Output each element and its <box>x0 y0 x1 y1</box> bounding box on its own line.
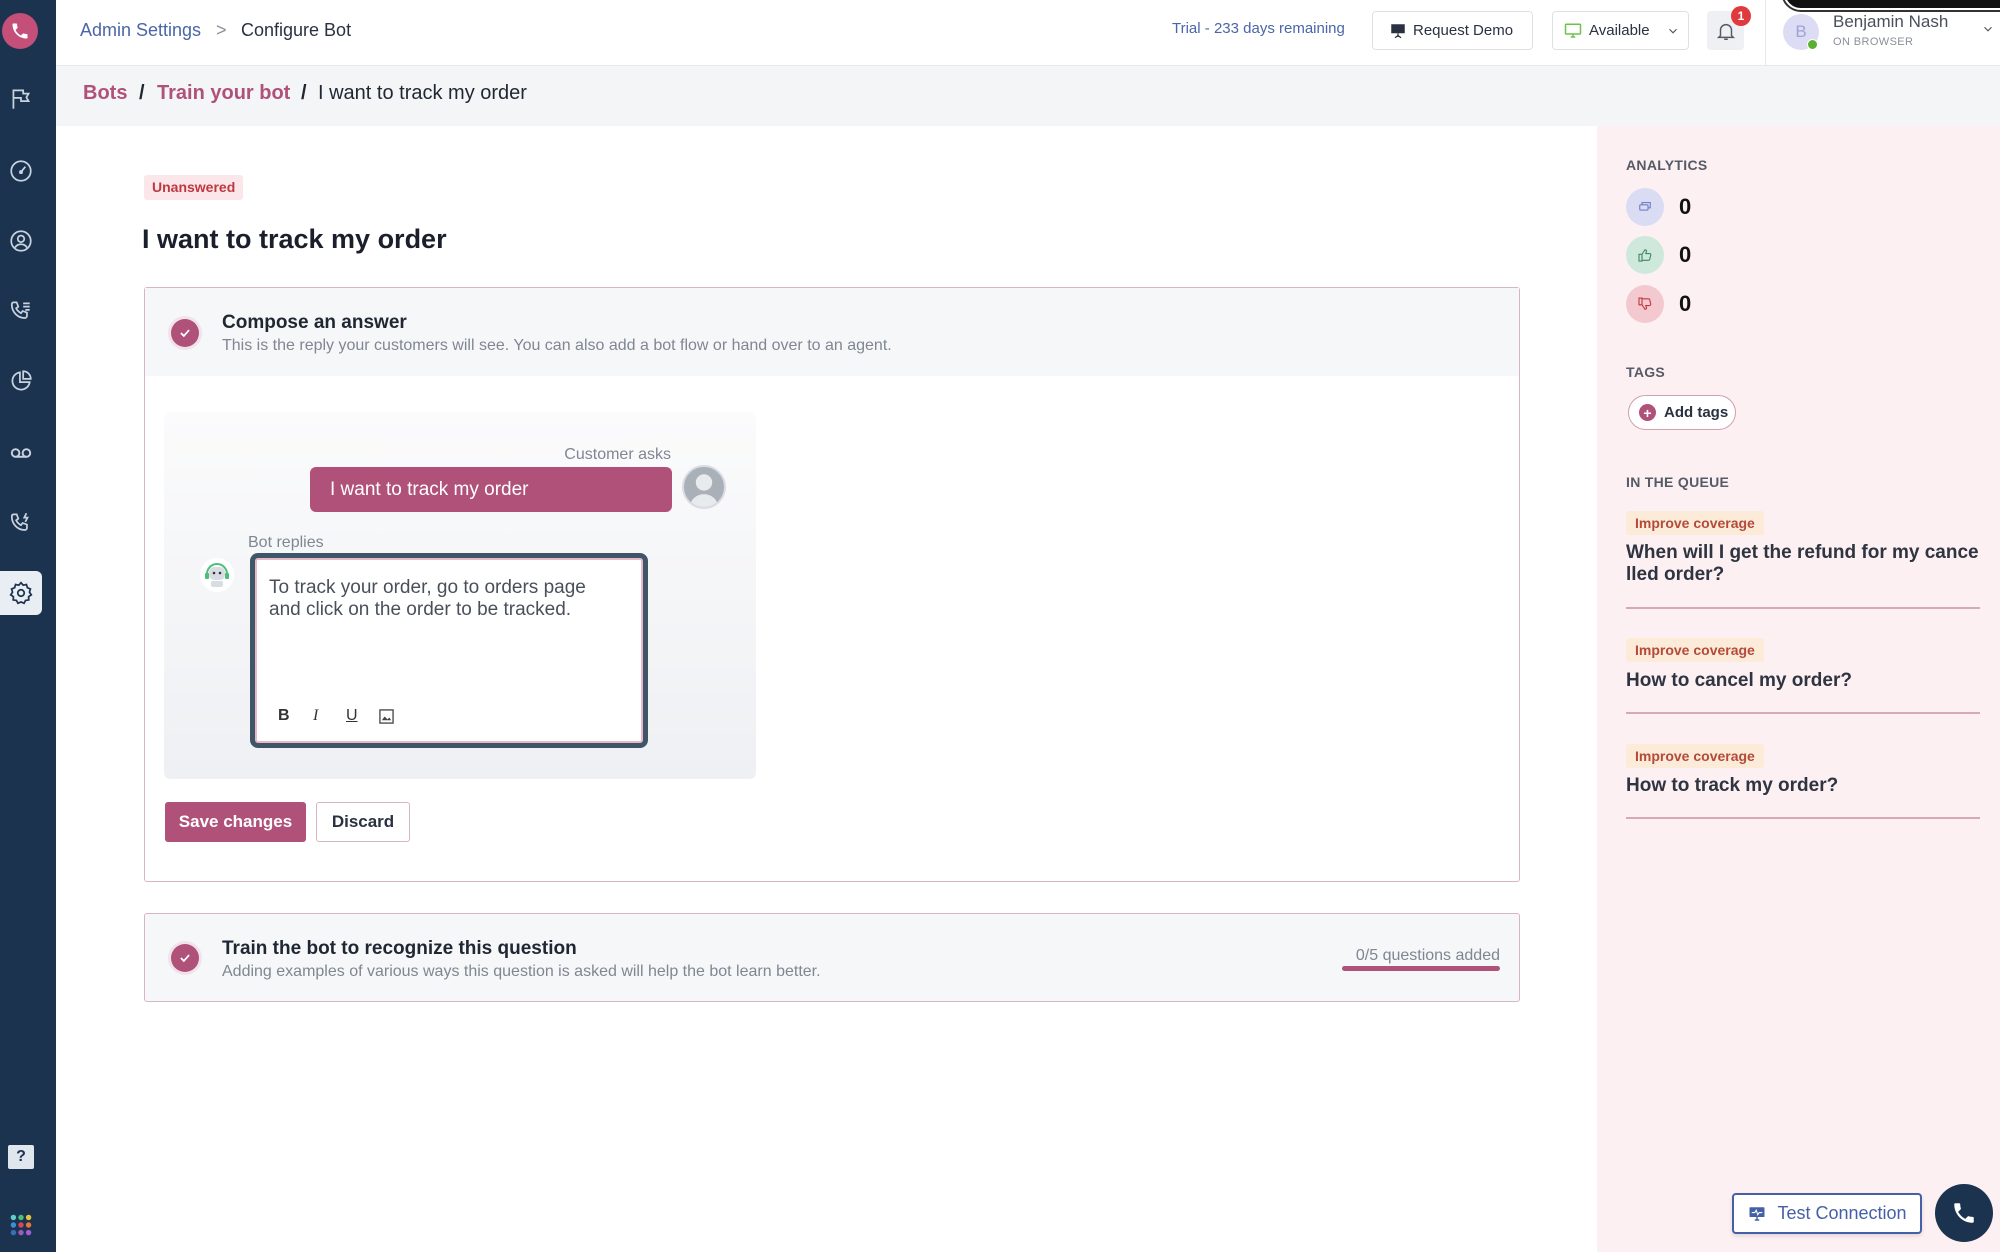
queue-item[interactable]: How to cancel my order? <box>1626 670 1981 692</box>
breadcrumb-current: I want to track my order <box>318 82 527 104</box>
conversation-preview: Customer asks I want to track my order B… <box>164 412 756 779</box>
customer-message-bubble: I want to track my order <box>310 467 672 512</box>
check-circle-icon <box>171 319 199 347</box>
top-bar: Admin Settings > Configure Bot Trial - 2… <box>56 0 2000 66</box>
analytics-heading: ANALYTICS <box>1626 157 1708 173</box>
compose-title: Compose an answer <box>222 312 407 333</box>
overlay-pill <box>1783 0 2000 10</box>
queue-divider <box>1626 712 1980 714</box>
underline-button[interactable]: U <box>346 707 358 725</box>
user-name: Benjamin Nash <box>1833 12 1949 31</box>
compose-answer-card: Compose an answer This is the reply your… <box>144 287 1520 882</box>
analytics-conversations-value: 0 <box>1679 194 1692 219</box>
admin-settings-link[interactable]: Admin Settings <box>80 20 201 41</box>
breadcrumb-bots[interactable]: Bots <box>83 82 127 105</box>
phone-icon <box>1954 1203 1974 1223</box>
train-title: Train the bot to recognize this question <box>222 938 577 959</box>
italic-button[interactable]: I <box>313 707 318 725</box>
bot-replies-label: Bot replies <box>248 534 324 551</box>
test-connection-button[interactable]: Test Connection <box>1732 1193 1922 1234</box>
sidebar: ? <box>0 0 56 1252</box>
configure-bot-label: Configure Bot <box>241 20 352 40</box>
reports-pie-icon[interactable] <box>0 359 42 403</box>
app-logo-phone-icon[interactable] <box>2 13 38 49</box>
bot-reply-text[interactable]: To track your order, go to orders page a… <box>269 577 619 621</box>
monitor-pulse-icon <box>1749 1206 1765 1221</box>
dialer-button[interactable] <box>1935 1184 1993 1242</box>
test-connection-label: Test Connection <box>1777 1203 1907 1223</box>
breadcrumb: Bots / Train your bot / I want to track … <box>56 66 2000 126</box>
compose-subtitle: This is the reply your customers will se… <box>222 337 892 354</box>
breadcrumb-train-your-bot[interactable]: Train your bot <box>157 82 290 105</box>
thumbs-down-icon <box>1626 285 1664 323</box>
bot-reply-editor[interactable]: To track your order, go to orders page a… <box>250 553 648 748</box>
call-log-icon[interactable] <box>0 289 42 333</box>
status-badge: Unanswered <box>144 175 244 200</box>
queue-heading: IN THE QUEUE <box>1626 474 1730 490</box>
user-status: ON BROWSER <box>1833 36 1914 48</box>
queue-item[interactable]: When will I get the refund for my cancel… <box>1626 542 1981 586</box>
train-subtitle: Adding examples of various ways this que… <box>222 963 821 980</box>
request-demo-label: Request Demo <box>1413 22 1514 39</box>
chevron-down-icon <box>1668 28 1677 34</box>
queue-divider <box>1626 817 1980 819</box>
add-tags-button[interactable]: + Add tags <box>1628 395 1736 430</box>
plus-icon: + <box>1639 404 1656 421</box>
customer-avatar <box>682 465 726 509</box>
flag-icon[interactable] <box>0 77 42 121</box>
insert-image-icon[interactable] <box>379 709 394 724</box>
bold-button[interactable]: B <box>278 707 290 725</box>
discard-button[interactable]: Discard <box>316 802 410 842</box>
questions-progress-bar <box>1342 966 1500 971</box>
tags-heading: TAGS <box>1626 364 1666 380</box>
apps-grid-icon[interactable] <box>0 1203 42 1247</box>
breadcrumb-separator: / <box>301 82 307 104</box>
settings-icon[interactable] <box>0 571 42 615</box>
availability-label: Available <box>1589 22 1650 39</box>
analytics-thumbs-down-value: 0 <box>1679 291 1692 316</box>
monitor-icon <box>1564 23 1582 38</box>
notification-count-badge: 1 <box>1731 6 1751 26</box>
user-menu-chevron-icon[interactable] <box>1981 22 1995 36</box>
queue-item-badge: Improve coverage <box>1626 744 1764 768</box>
conversations-icon <box>1626 188 1664 226</box>
breadcrumb-separator: / <box>139 82 145 104</box>
queue-divider <box>1626 607 1980 609</box>
availability-dropdown[interactable]: Available <box>1552 11 1689 50</box>
train-bot-card[interactable]: Train the bot to recognize this question… <box>144 913 1520 1002</box>
queue-item-badge: Improve coverage <box>1626 638 1764 662</box>
thumbs-up-icon <box>1626 236 1664 274</box>
right-panel: ANALYTICS 0 0 0 TAGS + Add tags IN THE Q… <box>1597 126 2000 1252</box>
compose-card-header[interactable]: Compose an answer This is the reply your… <box>145 288 1519 376</box>
help-icon[interactable]: ? <box>0 1135 42 1179</box>
customer-asks-label: Customer asks <box>564 446 671 463</box>
contacts-icon[interactable] <box>0 219 42 263</box>
request-demo-button[interactable]: Request Demo <box>1372 11 1533 50</box>
breadcrumb-separator: > <box>216 20 227 40</box>
call-flash-icon[interactable] <box>0 501 42 545</box>
topbar-divider <box>1765 0 1766 66</box>
questions-added-count: 0/5 questions added <box>1355 947 1500 964</box>
dashboard-gauge-icon[interactable] <box>0 149 42 193</box>
online-status-dot <box>1807 39 1818 50</box>
queue-item-badge: Improve coverage <box>1626 511 1764 535</box>
check-circle-icon <box>171 944 199 972</box>
presentation-icon <box>1391 23 1405 38</box>
trial-remaining[interactable]: Trial - 233 days remaining <box>1172 20 1345 37</box>
page-title: I want to track my order <box>142 224 447 254</box>
queue-item[interactable]: How to track my order? <box>1626 775 1981 797</box>
analytics-thumbs-up-value: 0 <box>1679 242 1692 267</box>
voicemail-icon[interactable] <box>0 431 42 475</box>
add-tags-label: Add tags <box>1664 404 1729 421</box>
save-changes-button[interactable]: Save changes <box>165 802 306 842</box>
bot-avatar-icon <box>199 557 235 593</box>
